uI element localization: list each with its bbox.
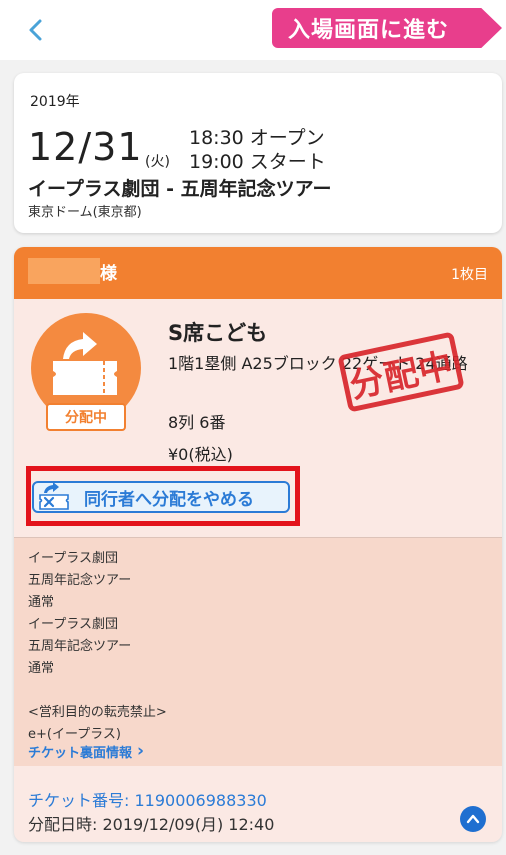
status-badge: 分配中 xyxy=(46,403,126,431)
event-venue: 東京ドーム(東京都) xyxy=(28,205,142,220)
chevron-right-icon: › xyxy=(137,741,145,761)
ticket-number: チケット番号: 1190006988330 xyxy=(28,791,267,810)
ticket-price: ¥0(税込) xyxy=(168,445,233,464)
distribution-date: 分配日時: 2019/12/09(月) 12:40 xyxy=(28,815,275,834)
note-line-blank xyxy=(28,680,167,702)
notes-text: イープラス劇団 五周年記念ツアー 通常 イープラス劇団 五周年記念ツアー 通常 … xyxy=(28,548,167,746)
event-card: 2019年 12/31 (火) 18:30 オープン 19:00 スタート イー… xyxy=(14,73,502,233)
event-date: 12/31 xyxy=(28,125,143,169)
seat-row: 8列 6番 xyxy=(168,413,226,432)
note-line: 通常 xyxy=(28,595,55,610)
note-line: イープラス劇団 xyxy=(28,551,118,566)
event-weekday: (火) xyxy=(145,154,170,170)
seat-type: S席こども xyxy=(168,321,268,345)
ticket-notes: イープラス劇団 五周年記念ツアー 通常 イープラス劇団 五周年記念ツアー 通常 … xyxy=(14,538,502,766)
note-line: <営利目的の転売禁止> xyxy=(28,705,167,720)
top-bar: 入場画面に進む xyxy=(0,0,506,60)
ticket-card: 様 1枚目 分配中 S席こども 1階1塁側 A25ブロック 22ゲート 24通路… xyxy=(14,247,502,842)
back-info-label: チケット裏面情報 xyxy=(28,745,133,761)
note-line: 五周年記念ツアー xyxy=(28,573,132,588)
holder-suffix: 様 xyxy=(100,264,117,284)
event-year: 2019年 xyxy=(30,94,80,110)
chevron-left-icon[interactable] xyxy=(22,16,50,44)
ticket-count: 1枚目 xyxy=(451,267,488,283)
note-line: 通常 xyxy=(28,661,55,676)
enter-venue-button[interactable]: 入場画面に進む xyxy=(272,8,502,48)
note-line: イープラス劇団 xyxy=(28,617,118,632)
ticket-header: 様 1枚目 xyxy=(14,247,502,299)
back-info-link[interactable]: チケット裏面情報 › xyxy=(28,741,144,761)
note-line: 五周年記念ツアー xyxy=(28,639,132,654)
distributing-stamp: 分配中 xyxy=(337,331,465,413)
start-time: 19:00 スタート xyxy=(189,151,326,173)
open-time: 18:30 オープン xyxy=(189,127,325,149)
collapse-button[interactable] xyxy=(460,806,486,832)
event-title: イープラス劇団 - 五周年記念ツアー xyxy=(28,178,332,200)
holder-name-redacted xyxy=(28,258,100,284)
chevron-up-icon xyxy=(466,814,480,824)
cancel-share-icon xyxy=(39,482,69,510)
